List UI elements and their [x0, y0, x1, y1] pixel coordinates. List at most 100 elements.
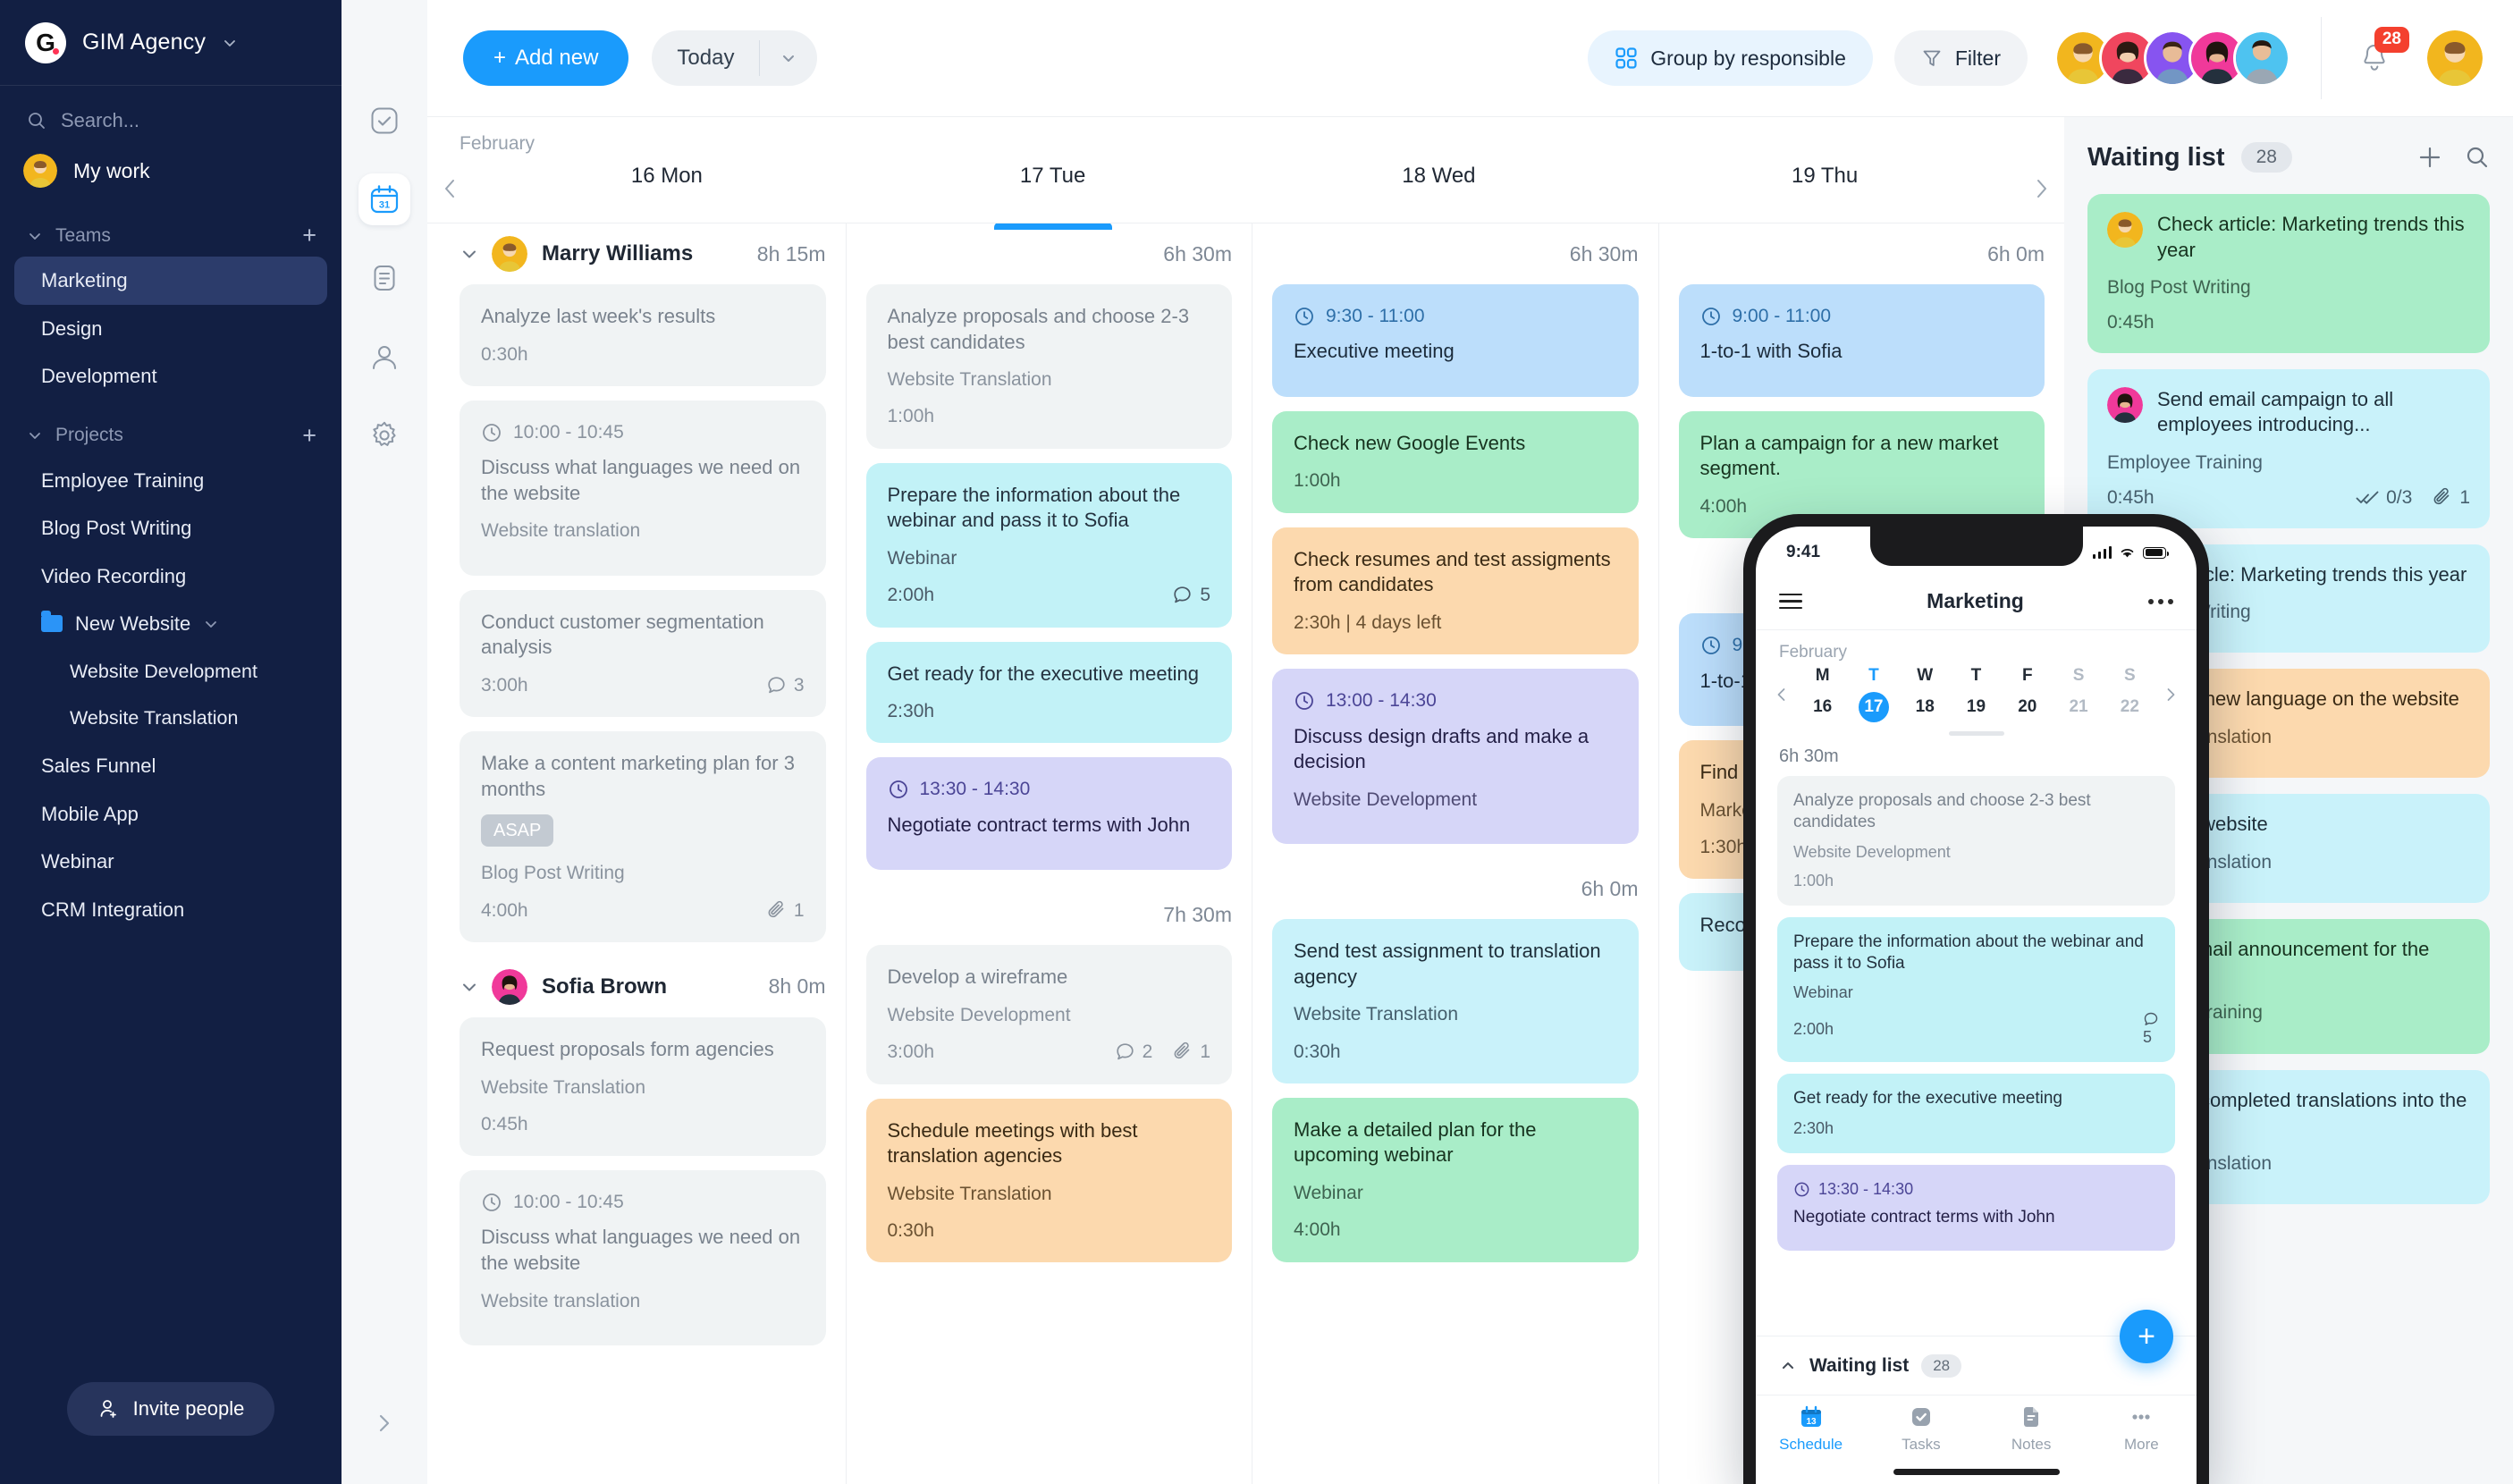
sidebar-item-blog-post-writing[interactable]: Blog Post Writing	[14, 504, 327, 552]
search-icon[interactable]	[2465, 145, 2490, 170]
chevron-down-icon[interactable]	[460, 244, 479, 264]
phone-day-cell-3[interactable]: T 19	[1951, 666, 2002, 722]
task-project: Website translation	[481, 520, 641, 542]
calendar-day-tab-1[interactable]: 17 Tue	[860, 155, 1246, 230]
group-by-responsible-button[interactable]: Group by responsible	[1588, 30, 1873, 86]
sidebar-item-webinar[interactable]: Webinar	[14, 838, 327, 886]
task-card[interactable]: 13:00 - 14:30 Discuss design drafts and m…	[1272, 669, 1639, 845]
invite-people-button[interactable]: Invite people	[66, 1382, 275, 1436]
task-card[interactable]: Request proposals form agencies Website T…	[460, 1016, 826, 1157]
drag-handle[interactable]	[1948, 731, 2004, 736]
calendar-day-tab-2[interactable]: 18 Wed	[1246, 155, 1632, 223]
sidebar-item-marketing[interactable]: Marketing	[14, 257, 327, 305]
phone-day-cell-1[interactable]: T 17	[1848, 666, 1899, 722]
comment-count: 5	[1172, 583, 1210, 607]
filter-button[interactable]: Filter	[1893, 30, 2028, 86]
sidebar-item-website-development[interactable]: Website Development	[14, 648, 327, 696]
phone-prev-week-button[interactable]	[1767, 687, 1797, 703]
sidebar-item-new-website[interactable]: New Website	[14, 600, 327, 648]
task-card[interactable]: 10:00 - 10:45 Discuss what languages we n…	[460, 1170, 826, 1345]
add-fab-button[interactable]: +	[2120, 1310, 2173, 1363]
phone-next-week-button[interactable]	[2155, 687, 2186, 703]
sidebar-item-my-work[interactable]: My work	[0, 141, 342, 200]
task-tag: ASAP	[481, 814, 554, 847]
phone-task-card[interactable]: Prepare the information about the webina…	[1777, 916, 2175, 1063]
task-duration: 0:30h	[481, 343, 528, 365]
task-card[interactable]: Make a detailed plan for the upcoming we…	[1272, 1097, 1639, 1262]
day-of-week: T	[1868, 666, 1879, 685]
more-icon[interactable]	[2148, 598, 2173, 604]
rail-item-tasks[interactable]	[358, 95, 410, 147]
sidebar-item-label: Website Development	[70, 660, 257, 682]
rail-item-notes[interactable]	[358, 252, 410, 304]
sidebar-item-video-recording[interactable]: Video Recording	[14, 552, 327, 601]
sidebar-item-website-translation[interactable]: Website Translation	[14, 695, 327, 742]
menu-icon[interactable]	[1779, 589, 1802, 614]
phone-day-cell-5[interactable]: S 21	[2053, 666, 2104, 722]
phone-day-cell-6[interactable]: S 22	[2104, 666, 2155, 722]
task-card[interactable]: Conduct customer segmentation analysis 3:…	[460, 589, 826, 718]
chevron-down-icon[interactable]	[203, 616, 219, 632]
task-card[interactable]: Analyze last week's results 0:30h	[460, 284, 826, 386]
task-card[interactable]: Analyze proposals and choose 2-3 best ca…	[865, 284, 1232, 449]
avatar	[23, 154, 57, 188]
task-card[interactable]: Check new Google Events 1:00h	[1272, 410, 1639, 513]
task-card[interactable]: Check resumes and test assigments from c…	[1272, 527, 1639, 655]
day-number: 21	[2069, 697, 2088, 716]
phone-task-card[interactable]: 13:30 - 14:30 Negotiate contract terms wi…	[1777, 1164, 2175, 1252]
add-task-button[interactable]	[2416, 144, 2443, 171]
phone-task-card[interactable]: Analyze proposals and choose 2-3 best ca…	[1777, 776, 2175, 906]
task-card[interactable]: 13:30 - 14:30 Negotiate contract terms wi…	[865, 757, 1232, 871]
sidebar-group-projects[interactable]: Projects +	[0, 401, 342, 457]
chevron-down-icon[interactable]	[760, 49, 817, 67]
task-card[interactable]: Schedule meetings with best translation …	[865, 1098, 1232, 1263]
avatar	[492, 968, 527, 1005]
member-avatars[interactable]	[2054, 30, 2290, 87]
add-project-button[interactable]: +	[302, 423, 316, 448]
phone-day-cell-2[interactable]: W 18	[1900, 666, 1951, 722]
sidebar-item-sales-funnel[interactable]: Sales Funnel	[14, 742, 327, 790]
chevron-down-icon[interactable]	[460, 977, 479, 997]
current-user-avatar[interactable]	[2427, 30, 2483, 86]
rail-item-people[interactable]	[358, 331, 410, 383]
task-card[interactable]: Develop a wireframe Website Development 3:…	[865, 945, 1232, 1084]
sidebar-item-crm-integration[interactable]: CRM Integration	[14, 886, 327, 934]
phone-day-cell-4[interactable]: F 20	[2002, 666, 2053, 722]
phone-waiting-list-bar[interactable]: Waiting list 28 +	[1756, 1310, 2197, 1395]
task-card[interactable]: Make a content marketing plan for 3 mont…	[460, 731, 826, 942]
phone-task-card[interactable]: Get ready for the executive meeting 2:30h	[1777, 1074, 2175, 1153]
sidebar-item-design[interactable]: Design	[14, 305, 327, 353]
add-team-button[interactable]: +	[302, 223, 316, 248]
waiting-list-card[interactable]: Check article: Marketing trends this yea…	[2087, 194, 2490, 353]
sidebar-group-teams[interactable]: Teams +	[0, 200, 342, 257]
next-week-button[interactable]	[2018, 155, 2064, 223]
waiting-list-card[interactable]: Send email campaign to all employees int…	[2087, 368, 2490, 528]
task-card[interactable]: 9:30 - 11:00 Executive meeting	[1272, 284, 1639, 397]
sidebar-item-employee-training[interactable]: Employee Training	[14, 457, 327, 505]
today-button[interactable]: Today	[652, 30, 818, 86]
calendar-day-tab-3[interactable]: 19 Thu	[1632, 155, 2018, 223]
phone-tab-more[interactable]: More	[2087, 1404, 2197, 1484]
phone-tab-schedule[interactable]: 13 Schedule	[1756, 1404, 1866, 1484]
add-new-button[interactable]: + Add new	[463, 30, 629, 86]
task-card[interactable]: Get ready for the executive meeting 2:30h	[865, 641, 1232, 744]
search-input[interactable]: Search...	[0, 86, 342, 141]
sidebar-item-mobile-app[interactable]: Mobile App	[14, 790, 327, 839]
task-card[interactable]: 9:00 - 11:00 1-to-1 with Sofia	[1678, 284, 2045, 397]
task-card[interactable]: Send test assignment to translation agen…	[1272, 919, 1639, 1083]
task-card[interactable]: Prepare the information about the webina…	[865, 462, 1232, 628]
phone-day-cell-0[interactable]: M 16	[1797, 666, 1848, 722]
collapse-panel-button[interactable]	[365, 1404, 404, 1443]
day-total-hours: 6h 0m	[1581, 876, 1639, 900]
prev-week-button[interactable]	[427, 155, 474, 223]
task-time-label: 10:00 - 10:45	[513, 1192, 624, 1213]
status-time: 9:41	[1786, 543, 1821, 561]
notifications-button[interactable]: 28	[2357, 27, 2409, 75]
sidebar-item-development[interactable]: Development	[14, 352, 327, 401]
calendar-day-tab-0[interactable]: 16 Mon	[474, 155, 860, 223]
task-card[interactable]: 10:00 - 10:45 Discuss what languages we n…	[460, 400, 826, 576]
rail-item-settings[interactable]	[358, 409, 410, 461]
workspace-switcher[interactable]: G GIM Agency	[0, 0, 342, 86]
rail-item-calendar[interactable]: 31	[358, 173, 410, 225]
task-time-label: 13:00 - 14:30	[1326, 690, 1437, 712]
